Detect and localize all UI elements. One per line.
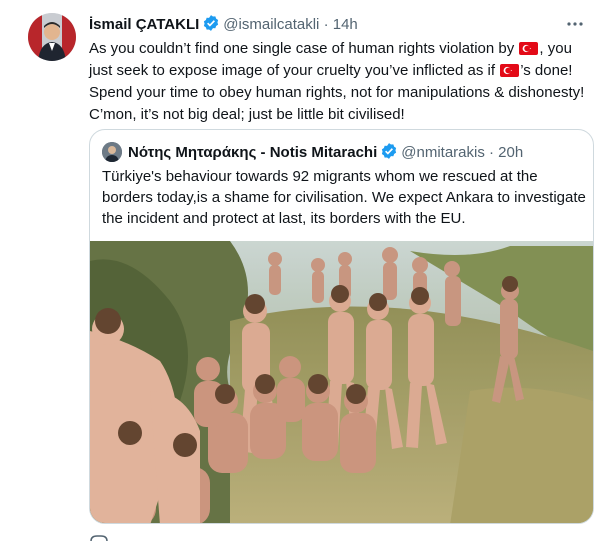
header-separator: · <box>323 16 329 33</box>
verified-icon <box>380 142 398 166</box>
author-handle[interactable]: @ismailcatakli <box>223 16 319 33</box>
quoted-tweet-photo[interactable] <box>90 241 593 523</box>
quoted-tweet[interactable]: Νότης Μηταράκης - Notis Mitarachi @nmitar… <box>89 129 594 524</box>
quoted-tweet-time[interactable]: 20h <box>498 144 523 161</box>
tweet-header: İsmail ÇATAKLI @ismailcatakli · 14h <box>89 14 589 36</box>
quoted-tweet-text: Türkiye's behaviour towards 92 migrants … <box>102 168 586 227</box>
reply-icon[interactable] <box>89 528 109 542</box>
quoted-header-separator: · <box>489 144 494 161</box>
verified-icon <box>202 14 220 38</box>
turkey-flag-icon <box>519 42 539 55</box>
quoted-tweet-header: Νότης Μηταράκης - Notis Mitarachi @nmitar… <box>102 142 523 162</box>
author-avatar[interactable] <box>28 13 76 61</box>
tweet[interactable]: İsmail ÇATAKLI @ismailcatakli · 14h As yo… <box>0 0 599 542</box>
quoted-author-avatar[interactable] <box>102 142 122 162</box>
turkey-flag-icon <box>500 64 520 77</box>
author-name[interactable]: İsmail ÇATAKLI <box>89 16 199 33</box>
tweet-text: As you couldn’t find one single case of … <box>89 38 594 126</box>
tweet-text-part-1: As you couldn’t find one single case of … <box>89 40 519 57</box>
quoted-author-name[interactable]: Νότης Μηταράκης - Notis Mitarachi <box>128 144 377 161</box>
tweet-time[interactable]: 14h <box>333 16 358 33</box>
quoted-author-handle[interactable]: @nmitarakis <box>401 144 485 161</box>
more-options-icon[interactable] <box>563 14 587 34</box>
